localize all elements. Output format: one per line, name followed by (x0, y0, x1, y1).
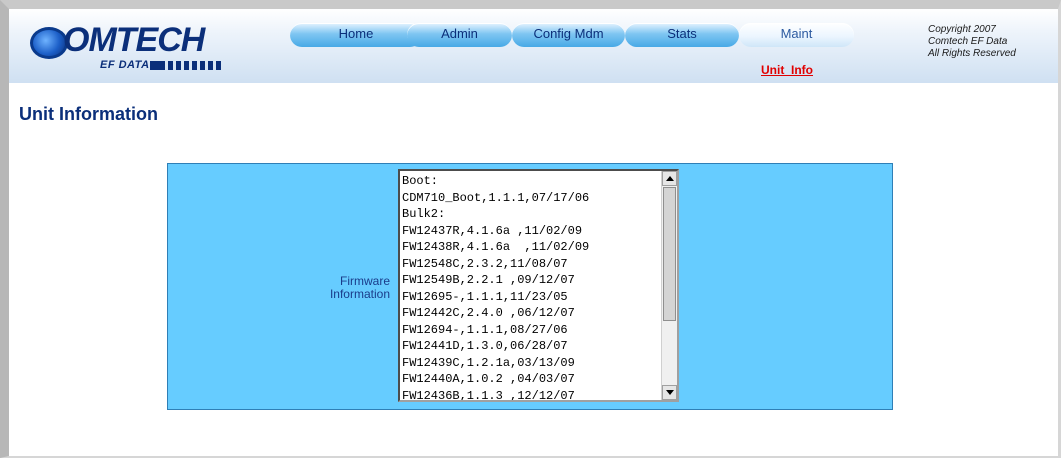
unit-info-link[interactable]: Unit_Info (761, 63, 813, 77)
firmware-label: Firmware Information (310, 275, 390, 301)
tab-config-mdm[interactable]: Config Mdm (512, 23, 625, 47)
comtech-logo: OMTECH EF DATA (30, 21, 260, 75)
logo-bar (150, 61, 160, 70)
tab-admin[interactable]: Admin (407, 23, 512, 47)
logo-subtitle: EF DATA (100, 59, 150, 71)
copyright-line-2: Comtech EF Data (928, 36, 1008, 47)
arrow-down-icon (666, 390, 674, 395)
scroll-up-button[interactable] (662, 171, 677, 186)
firmware-line: FW12436B,1.1.3 ,12/12/07 (402, 388, 575, 402)
firmware-line: FW12695-,1.1.1,11/23/05 (402, 289, 568, 304)
firmware-label-line-2: Information (329, 287, 390, 301)
firmware-line: FW12438R,4.1.6a ,11/02/09 (402, 240, 590, 254)
firmware-line: FW12548C,2.3.2,11/08/07 (402, 256, 568, 271)
page-title: Unit Information (19, 104, 158, 124)
logo-wordmark: OMTECH (63, 21, 205, 59)
firmware-line: FW12441D,1.3.0,06/28/07 (402, 339, 568, 353)
firmware-line: FW12440A,1.0.2 ,04/03/07 (402, 372, 575, 386)
tab-maint[interactable]: Maint (739, 23, 854, 47)
firmware-lines: Boot: CDM710_Boot,1.1.1,07/17/06 Bulk2: FW1… (402, 173, 590, 402)
arrow-up-icon (666, 176, 674, 181)
firmware-line: CDM710_Boot,1.1.1,07/17/06 (402, 190, 590, 205)
logo-stripes (160, 61, 222, 70)
firmware-line: FW12439C,1.2.1a,03/13/09 (402, 355, 575, 370)
firmware-textarea[interactable]: Boot: CDM710_Boot,1.1.1,07/17/06 Bulk2: FW1… (398, 169, 679, 402)
firmware-line: FW12437R,4.1.6a ,11/02/09 (402, 223, 583, 238)
firmware-line: FW12694-,1.1.1,08/27/06 (402, 322, 568, 337)
copyright-line-1: Copyright 2007 (928, 24, 996, 35)
scrollbar-thumb[interactable] (663, 187, 676, 321)
copyright-line-3: All Rights Reserved (928, 48, 1016, 59)
firmware-line: FW12442C,2.4.0 ,06/12/07 (402, 306, 575, 320)
vertical-scrollbar[interactable] (661, 171, 677, 400)
firmware-line: Boot: (402, 174, 439, 188)
scroll-down-button[interactable] (662, 385, 677, 400)
main-nav: Home Admin Config Mdm Stats Maint (290, 23, 854, 47)
tab-home[interactable]: Home (290, 23, 422, 47)
firmware-line: FW12549B,2.2.1 ,09/12/07 (402, 273, 575, 287)
tab-stats[interactable]: Stats (625, 23, 739, 47)
copyright-notice: Copyright 2007 Comtech EF Data All Right… (928, 24, 1016, 60)
firmware-line: Bulk2: (402, 207, 446, 221)
